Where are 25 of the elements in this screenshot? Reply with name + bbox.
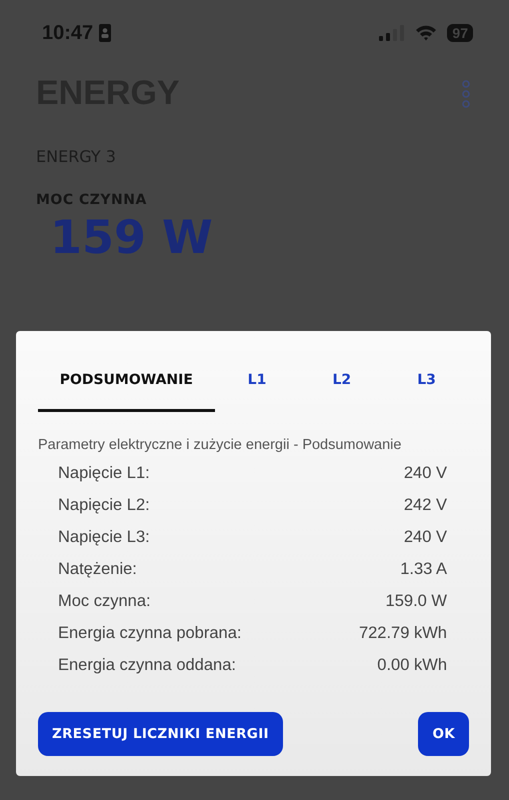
contact-card-icon <box>99 24 112 42</box>
tab[interactable]: PODSUMOWANIE <box>38 363 215 412</box>
parameter-value: 242 V <box>404 496 447 514</box>
ok-button[interactable]: OK <box>418 712 469 756</box>
parameter-value: 1.33 A <box>400 560 447 578</box>
parameter-value: 722.79 kWh <box>358 624 447 642</box>
parameter-value: 240 V <box>404 528 447 546</box>
reset-counters-button[interactable]: ZRESETUJ LICZNIKI ENERGII <box>38 712 283 756</box>
parameter-value: 240 V <box>404 464 447 482</box>
parameter-label: Energia czynna pobrana: <box>58 624 242 642</box>
tab[interactable]: L3 <box>384 363 469 412</box>
more-options-icon[interactable] <box>461 80 471 108</box>
tab[interactable]: L2 <box>299 363 384 412</box>
parameter-label: Natężenie: <box>58 560 137 578</box>
parameter-label: Moc czynna: <box>58 592 151 610</box>
wifi-icon <box>415 25 438 41</box>
parameter-label: Napięcie L3: <box>58 528 150 546</box>
parameter-value: 0.00 kWh <box>377 656 447 674</box>
tab[interactable]: L1 <box>214 363 300 412</box>
dialog-description: Parametry elektryczne i zużycie energii - Podsumowanie <box>38 437 402 453</box>
parameter-label: Energia czynna oddana: <box>58 656 236 674</box>
parameter-value: 159.0 W <box>386 592 447 610</box>
parameter-label: Napięcie L2: <box>58 496 150 514</box>
signal-icon <box>379 25 406 41</box>
parameter-label: Napięcie L1: <box>58 464 150 482</box>
